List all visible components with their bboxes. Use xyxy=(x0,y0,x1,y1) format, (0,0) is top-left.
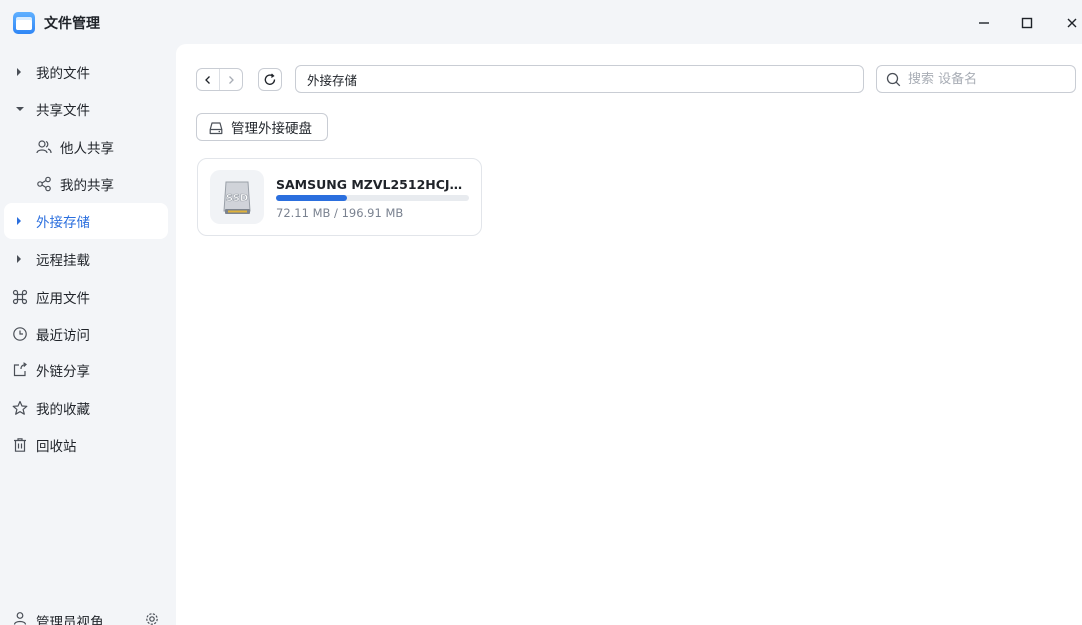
caret-right-icon xyxy=(17,217,21,225)
usage-bar xyxy=(276,195,469,201)
caret-right-icon xyxy=(17,68,21,76)
usage-bar-fill xyxy=(276,195,347,201)
sidebar-item-recycle-bin[interactable]: 回收站 xyxy=(4,427,168,463)
sidebar-item-label: 我的文件 xyxy=(36,66,90,82)
close-button[interactable] xyxy=(1059,10,1082,36)
share-icon xyxy=(37,176,51,192)
title-bar: 文件管理 xyxy=(0,0,1082,44)
caret-right-icon xyxy=(17,255,21,263)
sidebar-item-app-files[interactable]: 应用文件 xyxy=(4,279,168,315)
history-nav xyxy=(196,68,243,91)
app-title: 文件管理 xyxy=(44,16,100,32)
svg-text:SSD: SSD xyxy=(226,193,248,204)
sidebar-item-label: 最近访问 xyxy=(36,328,90,344)
sidebar-item-my-files[interactable]: 我的文件 xyxy=(4,54,168,90)
admin-view-label: 管理员视角 xyxy=(36,615,104,625)
ssd-icon: SSD xyxy=(210,170,264,224)
sidebar-item-shared-files[interactable]: 共享文件 xyxy=(4,91,168,127)
sidebar-item-external-storage[interactable]: 外接存储 xyxy=(4,203,168,239)
manage-external-disk-button[interactable]: 管理外接硬盘 xyxy=(196,113,328,141)
users-icon xyxy=(36,140,52,154)
search-box[interactable] xyxy=(876,65,1076,93)
path-bar[interactable]: 外接存储 xyxy=(295,65,864,93)
search-icon xyxy=(886,72,901,87)
disk-card[interactable]: SSD SAMSUNG MZVL2512HCJQ-00B... 72.11 MB… xyxy=(197,158,482,236)
forward-button[interactable] xyxy=(219,69,242,90)
maximize-button[interactable] xyxy=(1014,10,1040,36)
trash-icon xyxy=(14,438,26,452)
sidebar-item-others-shared[interactable]: 他人共享 xyxy=(4,129,168,165)
clock-icon xyxy=(13,327,27,341)
external-share-icon xyxy=(13,362,27,377)
caret-down-icon xyxy=(16,107,24,111)
apps-icon xyxy=(12,289,28,305)
disk-drive-icon xyxy=(209,122,223,135)
sidebar-item-remote-mount[interactable]: 远程挂载 xyxy=(4,241,168,277)
minimize-icon xyxy=(979,22,989,24)
sidebar: 我的文件 共享文件 他人共享 我的共享 外接存储 远程挂载 应用文件 最近访问 … xyxy=(0,44,176,625)
refresh-button[interactable] xyxy=(258,68,282,91)
disk-name: SAMSUNG MZVL2512HCJQ-00B... xyxy=(276,177,472,192)
path-text: 外接存储 xyxy=(307,72,358,88)
sidebar-item-label: 共享文件 xyxy=(36,103,90,119)
sidebar-item-label: 外链分享 xyxy=(36,364,90,380)
minimize-button[interactable] xyxy=(971,10,997,36)
sidebar-item-link-share[interactable]: 外链分享 xyxy=(4,352,168,388)
sidebar-item-label: 应用文件 xyxy=(36,291,90,307)
sidebar-item-label: 我的共享 xyxy=(60,178,114,194)
sidebar-item-favorites[interactable]: 我的收藏 xyxy=(4,390,168,426)
sidebar-item-recent[interactable]: 最近访问 xyxy=(4,316,168,352)
star-icon xyxy=(12,400,28,415)
refresh-icon xyxy=(264,73,276,85)
gear-icon[interactable] xyxy=(145,612,159,625)
folder-app-icon xyxy=(13,12,35,34)
sidebar-item-label: 他人共享 xyxy=(60,141,114,157)
sidebar-item-label: 外接存储 xyxy=(36,215,90,231)
search-input[interactable] xyxy=(908,69,1068,89)
disk-usage-text: 72.11 MB / 196.91 MB xyxy=(276,206,404,220)
sidebar-item-my-shares[interactable]: 我的共享 xyxy=(4,166,168,202)
main-panel: 外接存储 管理外接硬盘 SSD SAMSUNG MZVL2512HCJQ-00B… xyxy=(176,44,1082,625)
chevron-right-icon xyxy=(229,75,235,84)
sidebar-item-label: 回收站 xyxy=(36,439,77,455)
manage-button-label: 管理外接硬盘 xyxy=(231,121,312,137)
sidebar-item-label: 远程挂载 xyxy=(36,253,90,269)
back-button[interactable] xyxy=(197,69,219,90)
sidebar-item-label: 我的收藏 xyxy=(36,402,90,418)
admin-view-switch[interactable]: 管理员视角 xyxy=(0,610,176,625)
close-icon xyxy=(1067,18,1077,28)
chevron-left-icon xyxy=(205,75,211,84)
user-icon xyxy=(13,612,27,625)
maximize-icon xyxy=(1021,17,1033,29)
